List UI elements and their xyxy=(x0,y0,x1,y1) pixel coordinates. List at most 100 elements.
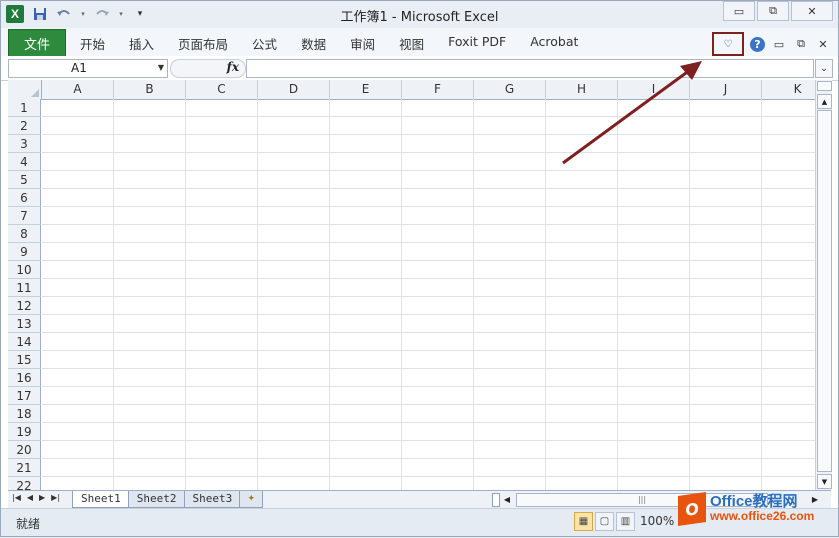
row-header-5[interactable]: 5 xyxy=(8,171,41,189)
column-header-h[interactable]: H xyxy=(546,80,618,99)
tab-acrobat[interactable]: Acrobat xyxy=(518,34,590,53)
grid-row-line xyxy=(42,116,815,117)
vertical-split-handle[interactable] xyxy=(817,81,832,91)
prev-sheet-icon[interactable]: ◀ xyxy=(27,493,33,502)
row-header-13[interactable]: 13 xyxy=(8,315,41,333)
vertical-scrollbar[interactable]: ▲ ▼ xyxy=(815,80,832,490)
watermark: O Office教程网 www.office26.com xyxy=(678,488,836,530)
row-header-10[interactable]: 10 xyxy=(8,261,41,279)
scroll-left-icon[interactable]: ◀ xyxy=(502,493,512,505)
ribbon-right-controls: ♡ ? ▭ ⧉ ✕ xyxy=(712,32,831,56)
minimize-ribbon-button[interactable]: ♡ xyxy=(712,32,744,56)
row-header-11[interactable]: 11 xyxy=(8,279,41,297)
row-header-21[interactable]: 21 xyxy=(8,459,41,477)
watermark-logo-icon: O xyxy=(678,492,706,526)
tab-formulas[interactable]: 公式 xyxy=(240,34,289,53)
vertical-scroll-thumb[interactable] xyxy=(817,110,832,472)
window-restore-button[interactable]: ⧉ xyxy=(757,1,789,21)
insert-function-icon[interactable]: fx xyxy=(227,60,239,74)
status-ready-text: 就绪 xyxy=(16,517,41,531)
workbook-minimize-icon[interactable]: ▭ xyxy=(771,36,787,52)
row-header-2[interactable]: 2 xyxy=(8,117,41,135)
column-header-b[interactable]: B xyxy=(114,80,186,99)
name-box[interactable]: A1 ▼ xyxy=(8,59,168,78)
zoom-level[interactable]: 100% xyxy=(640,514,674,528)
row-header-7[interactable]: 7 xyxy=(8,207,41,225)
workbook-restore-icon[interactable]: ⧉ xyxy=(793,36,809,52)
expand-formula-bar-icon[interactable]: ⌄ xyxy=(815,59,833,78)
last-sheet-icon[interactable]: ▶| xyxy=(51,493,60,502)
formula-input[interactable] xyxy=(246,59,814,78)
horizontal-split-handle[interactable] xyxy=(492,493,500,507)
title-bar: X ▾ ▾ ▾ 工作簿1 - Microsoft Excel ▭ ⧉ ✕ xyxy=(0,0,839,29)
row-header-19[interactable]: 19 xyxy=(8,423,41,441)
row-header-14[interactable]: 14 xyxy=(8,333,41,351)
first-sheet-icon[interactable]: |◀ xyxy=(12,493,21,502)
row-header-22[interactable]: 22 xyxy=(8,477,41,490)
window-close-button[interactable]: ✕ xyxy=(791,1,833,21)
row-header-17[interactable]: 17 xyxy=(8,387,41,405)
grid-row-line xyxy=(42,386,815,387)
insert-worksheet-icon[interactable]: ✦ xyxy=(239,491,264,508)
page-break-preview-icon[interactable]: ▥ xyxy=(616,512,635,531)
name-box-dropdown-icon[interactable]: ▼ xyxy=(158,63,164,72)
scroll-down-icon[interactable]: ▼ xyxy=(817,474,832,489)
tab-file[interactable]: 文件 xyxy=(8,29,66,57)
window-minimize-button[interactable]: ▭ xyxy=(723,1,755,21)
column-header-d[interactable]: D xyxy=(258,80,330,99)
scroll-up-icon[interactable]: ▲ xyxy=(817,94,832,109)
sheet-tab-sheet2[interactable]: Sheet2 xyxy=(127,491,186,508)
worksheet-grid[interactable]: ABCDEFGHIJK 1 2 3 4 5 6 7 8 9 10 11 12 13 14 15 16 17 18 1… xyxy=(8,80,815,490)
tab-review[interactable]: 审阅 xyxy=(338,34,387,53)
page-layout-view-icon[interactable]: ▢ xyxy=(595,512,614,531)
sheet-tabs: Sheet1 Sheet2 Sheet3 ✦ xyxy=(72,491,264,508)
column-header-j[interactable]: J xyxy=(690,80,762,99)
column-header-g[interactable]: G xyxy=(474,80,546,99)
grid-column-line xyxy=(401,99,402,490)
column-header-c[interactable]: C xyxy=(186,80,258,99)
tab-view[interactable]: 视图 xyxy=(387,34,436,53)
row-header-18[interactable]: 18 xyxy=(8,405,41,423)
normal-view-icon[interactable]: ▦ xyxy=(574,512,593,531)
help-icon[interactable]: ? xyxy=(750,36,765,52)
tab-data[interactable]: 数据 xyxy=(289,34,338,53)
tab-page-layout[interactable]: 页面布局 xyxy=(166,34,240,53)
formula-buttons: fx xyxy=(170,59,246,78)
tab-foxit-pdf[interactable]: Foxit PDF xyxy=(436,34,518,53)
grid-row-line xyxy=(42,332,815,333)
row-header-4[interactable]: 4 xyxy=(8,153,41,171)
row-header-9[interactable]: 9 xyxy=(8,243,41,261)
name-box-value: A1 xyxy=(71,61,87,75)
column-header-e[interactable]: E xyxy=(330,80,402,99)
select-all-corner[interactable] xyxy=(8,80,42,99)
row-header-1[interactable]: 1 xyxy=(8,99,41,117)
row-header-16[interactable]: 16 xyxy=(8,369,41,387)
grid-row-line xyxy=(42,224,815,225)
ribbon-tabs: 开始 插入 页面布局 公式 数据 审阅 视图 Foxit PDF Acrobat xyxy=(68,34,590,53)
column-header-a[interactable]: A xyxy=(42,80,114,99)
tab-insert[interactable]: 插入 xyxy=(117,34,166,53)
row-header-8[interactable]: 8 xyxy=(8,225,41,243)
grid-row-line xyxy=(42,206,815,207)
grid-column-line xyxy=(185,99,186,490)
row-header-15[interactable]: 15 xyxy=(8,351,41,369)
grid-row-line xyxy=(42,188,815,189)
row-header-3[interactable]: 3 xyxy=(8,135,41,153)
column-header-k[interactable]: K xyxy=(762,80,815,99)
sheet-tab-sheet1[interactable]: Sheet1 xyxy=(72,491,130,508)
formula-bar: A1 ▼ fx ⌄ xyxy=(0,56,839,81)
grid-row-line xyxy=(42,350,815,351)
column-header-i[interactable]: I xyxy=(618,80,690,99)
tab-home[interactable]: 开始 xyxy=(68,34,117,53)
sheet-tab-sheet3[interactable]: Sheet3 xyxy=(183,491,242,508)
grid-column-line xyxy=(113,99,114,490)
grid-column-line xyxy=(689,99,690,490)
watermark-text: Office教程网 www.office26.com xyxy=(710,494,814,524)
row-header-12[interactable]: 12 xyxy=(8,297,41,315)
column-header-f[interactable]: F xyxy=(402,80,474,99)
workbook-close-icon[interactable]: ✕ xyxy=(815,36,831,52)
row-header-20[interactable]: 20 xyxy=(8,441,41,459)
next-sheet-icon[interactable]: ▶ xyxy=(39,493,45,502)
column-headers: ABCDEFGHIJK xyxy=(8,80,815,100)
row-header-6[interactable]: 6 xyxy=(8,189,41,207)
